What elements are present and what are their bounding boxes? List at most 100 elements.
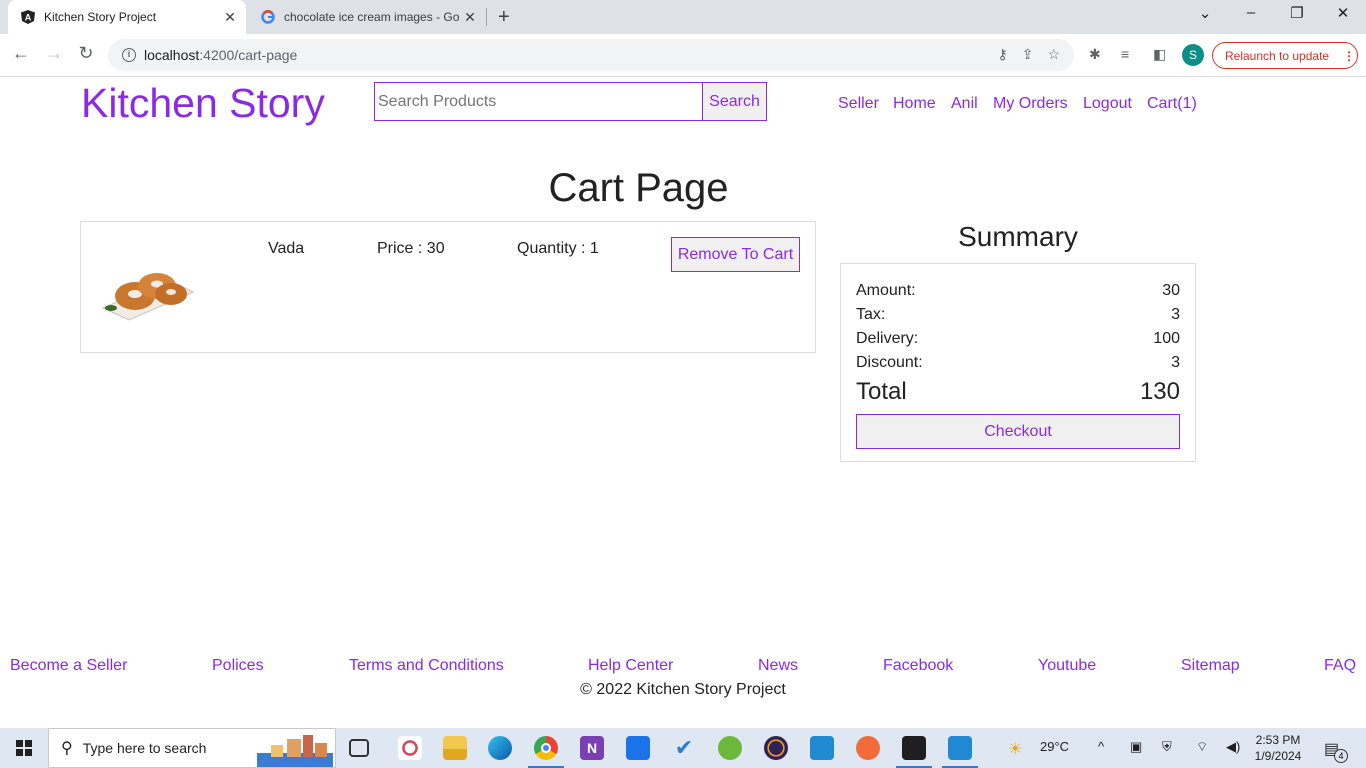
- reload-icon[interactable]: ↻: [75, 43, 97, 64]
- close-tab-icon[interactable]: ✕: [220, 9, 240, 26]
- spring-tools-icon[interactable]: [718, 736, 742, 760]
- security-icon[interactable]: ⛨: [1162, 739, 1172, 755]
- todo-icon[interactable]: ✔: [672, 736, 696, 760]
- new-tab-icon[interactable]: +: [498, 6, 510, 29]
- page-title: Cart Page: [548, 166, 729, 210]
- address-bar[interactable]: i localhost:4200/cart-page ⚷ ⇪ ☆: [108, 39, 1074, 71]
- summary-label: Tax:: [856, 306, 886, 323]
- nav-anil[interactable]: Anil: [951, 95, 978, 113]
- site-info-icon[interactable]: i: [122, 48, 136, 62]
- nav-home[interactable]: Home: [893, 95, 936, 113]
- tab-divider: [486, 8, 487, 26]
- task-view-icon[interactable]: [349, 739, 369, 757]
- nav-seller[interactable]: Seller: [838, 95, 879, 113]
- share-icon[interactable]: ⇪: [1022, 46, 1034, 63]
- taskbar: ⚲ Type here to search N ✔ ☀ 29°C ^ ▣ ⛨ ⌔…: [0, 728, 1366, 768]
- summary-row-delivery: Delivery: 100: [856, 328, 1180, 352]
- onenote-icon[interactable]: N: [580, 736, 604, 760]
- remove-from-cart-button[interactable]: Remove To Cart: [671, 237, 800, 272]
- windows-start-icon[interactable]: [16, 740, 32, 756]
- total-label: Total: [856, 378, 907, 405]
- profile-avatar[interactable]: S: [1182, 44, 1204, 66]
- browser-toolbar: ← → ↻ i localhost:4200/cart-page ⚷ ⇪ ☆ ✱…: [0, 34, 1366, 77]
- footer-link-news[interactable]: News: [758, 657, 798, 675]
- footer-link-terms[interactable]: Terms and Conditions: [349, 657, 504, 675]
- summary-row-tax: Tax: 3: [856, 304, 1180, 328]
- key-icon[interactable]: ⚷: [997, 46, 1007, 63]
- tab-title: chocolate ice cream images - Go: [284, 10, 460, 24]
- side-panel-icon[interactable]: ◧: [1153, 46, 1166, 63]
- eclipse-icon[interactable]: [764, 736, 788, 760]
- forward-icon[interactable]: →: [43, 43, 65, 64]
- weather-temp[interactable]: 29°C: [1040, 739, 1069, 754]
- close-window-icon[interactable]: ✕: [1333, 4, 1353, 22]
- google-icon: [260, 9, 276, 25]
- reading-list-icon[interactable]: ≡: [1121, 46, 1129, 62]
- item-quantity: Quantity : 1: [517, 240, 599, 257]
- taskbar-search-box[interactable]: ⚲ Type here to search: [48, 728, 336, 768]
- summary-label: Amount:: [856, 282, 916, 299]
- nav-my-orders[interactable]: My Orders: [993, 95, 1068, 113]
- tab-chocolate-ice-cream[interactable]: chocolate ice cream images - Go ✕: [250, 0, 486, 34]
- brand-logo[interactable]: Kitchen Story: [81, 80, 325, 127]
- show-hidden-icons-icon[interactable]: ^: [1098, 739, 1104, 754]
- angular-icon: A: [20, 9, 36, 25]
- star-icon[interactable]: ☆: [1047, 46, 1060, 63]
- footer-link-faq[interactable]: FAQ: [1324, 657, 1356, 675]
- summary-label: Discount:: [856, 354, 923, 371]
- nav-logout[interactable]: Logout: [1083, 95, 1132, 113]
- footer-link-facebook[interactable]: Facebook: [883, 657, 953, 675]
- more-icon: ⋮: [1343, 48, 1356, 63]
- meet-now-icon[interactable]: ▣: [1130, 739, 1142, 755]
- search-button[interactable]: Search: [702, 82, 767, 121]
- checkout-button[interactable]: Checkout: [856, 414, 1180, 449]
- clock[interactable]: 2:53 PM 1/9/2024: [1250, 732, 1306, 764]
- snipping-tool-icon[interactable]: [398, 736, 422, 760]
- wifi-icon[interactable]: ⌔: [1196, 739, 1208, 755]
- edge-icon[interactable]: [488, 736, 512, 760]
- vscode-icon[interactable]: [810, 736, 834, 760]
- item-price: Price : 30: [377, 240, 445, 257]
- postman-icon[interactable]: [856, 736, 880, 760]
- chrome-icon[interactable]: [528, 736, 564, 768]
- weather-icon[interactable]: ☀: [1008, 739, 1022, 759]
- vscode-active-icon[interactable]: [942, 736, 978, 768]
- vada-image: [101, 273, 195, 321]
- footer-link-become-seller[interactable]: Become a Seller: [10, 657, 127, 675]
- search-highlight-icon: [257, 735, 333, 767]
- browser-tab-strip: A Kitchen Story Project ✕ chocolate ice …: [0, 0, 1366, 34]
- relaunch-button[interactable]: Relaunch to update ⋮: [1212, 42, 1358, 69]
- summary-value: 3: [1171, 306, 1180, 323]
- cart-item-card: Vada Price : 30 Quantity : 1 Remove To C…: [80, 221, 816, 353]
- mail-icon[interactable]: [626, 736, 650, 760]
- url-host: localhost: [144, 47, 200, 63]
- taskbar-search-placeholder: Type here to search: [82, 740, 207, 756]
- file-explorer-icon[interactable]: [443, 736, 467, 760]
- extensions-icon[interactable]: ✱: [1089, 46, 1101, 63]
- summary-label: Delivery:: [856, 330, 919, 347]
- footer-link-sitemap[interactable]: Sitemap: [1181, 657, 1240, 675]
- search-input[interactable]: [374, 82, 703, 121]
- tab-search-icon[interactable]: ⌄: [1195, 4, 1215, 22]
- url-path: :4200/cart-page: [199, 47, 298, 63]
- volume-icon[interactable]: ◀): [1226, 739, 1240, 755]
- summary-row-discount: Discount: 3: [856, 352, 1180, 376]
- svg-text:A: A: [25, 13, 32, 23]
- page-content: Kitchen Story Search Seller Home Anil My…: [0, 78, 1366, 728]
- terminal-icon[interactable]: [896, 736, 932, 768]
- tab-title: Kitchen Story Project: [44, 10, 157, 24]
- restore-icon[interactable]: ❐: [1287, 4, 1307, 22]
- footer-link-help-center[interactable]: Help Center: [588, 657, 673, 675]
- summary-title: Summary: [958, 221, 1078, 252]
- summary-value: 3: [1171, 354, 1180, 371]
- clock-time: 2:53 PM: [1255, 733, 1301, 747]
- footer-link-polices[interactable]: Polices: [212, 657, 264, 675]
- close-tab-icon[interactable]: ✕: [460, 9, 480, 26]
- footer-link-youtube[interactable]: Youtube: [1038, 657, 1096, 675]
- back-icon[interactable]: ←: [10, 43, 32, 64]
- tab-kitchen-story[interactable]: A Kitchen Story Project ✕: [8, 0, 246, 34]
- clock-date: 1/9/2024: [1254, 749, 1302, 763]
- summary-value: 30: [1162, 282, 1180, 299]
- minimize-icon[interactable]: –: [1241, 4, 1261, 21]
- nav-cart[interactable]: Cart(1): [1147, 95, 1197, 113]
